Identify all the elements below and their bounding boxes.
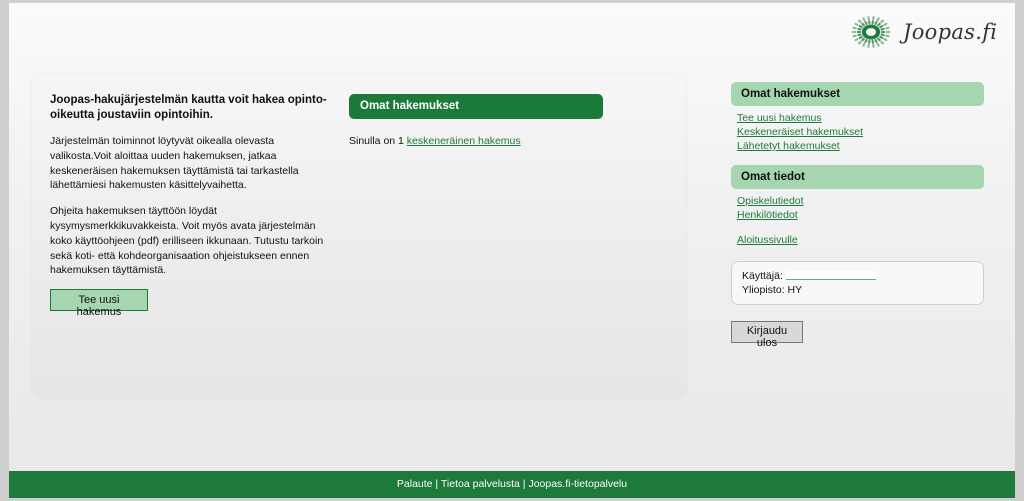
- user-name-redacted: [785, 271, 876, 280]
- joopas-starburst-logo-icon: [851, 16, 891, 48]
- logo-ray: [874, 21, 878, 25]
- intro-heading: Joopas-hakujärjestelmän kautta voit hake…: [50, 94, 327, 121]
- logo-ray: [862, 17, 866, 22]
- logo-ray: [885, 34, 890, 38]
- university-label: Yliopisto:: [742, 284, 785, 296]
- logo-ray: [866, 35, 870, 40]
- logo-ray: [879, 35, 884, 39]
- my-applications-section: Omat hakemukset Sinulla on 1 keskeneräin…: [349, 94, 603, 147]
- logo-ray: [858, 35, 863, 39]
- logo-ray: [877, 22, 881, 27]
- sidebar-link-unfinished-applications[interactable]: Keskeneräiset hakemukset: [737, 125, 984, 139]
- logo-text: Joopas.fi: [903, 20, 998, 44]
- sidebar-link-personal-info[interactable]: Henkilötiedot: [737, 208, 984, 222]
- logo-ray: [862, 27, 868, 31]
- applications-status-text: Sinulla on 1: [349, 135, 404, 147]
- logo-ray: [866, 24, 870, 29]
- logo-ray: [864, 21, 868, 25]
- footer: Palaute | Tietoa palvelusta | Joopas.fi-…: [9, 471, 1015, 498]
- intro-paragraph-1: Järjestelmän toiminnot löytyvät oikealla…: [50, 135, 299, 192]
- logo-ray: [880, 19, 885, 24]
- logo-ray: [857, 27, 862, 31]
- logo-ray: [876, 42, 880, 47]
- logo-ray: [862, 29, 867, 32]
- logo-ray: [864, 39, 868, 43]
- logo-ray: [858, 25, 863, 29]
- logo-ray: [861, 37, 865, 42]
- logo-ray: [874, 39, 878, 43]
- intro-paragraph-2: Ohjeita hakemuksen täyttöön löydät kysym…: [50, 205, 324, 277]
- logout-button[interactable]: Kirjaudu ulos: [731, 321, 803, 349]
- sidebar-link-home[interactable]: Aloitussivulle: [737, 233, 984, 247]
- logo-ray: [874, 27, 880, 31]
- logo-ray: [857, 40, 862, 45]
- sidebar: Omat hakemukset Tee uusi hakemus Keskene…: [731, 82, 984, 349]
- logo-ray: [861, 22, 865, 27]
- logo-ray: [885, 26, 890, 30]
- logo-ray: [862, 32, 867, 35]
- sidebar-info-links: Opiskelutiedot Henkilötiedot: [731, 189, 984, 222]
- logo-ray: [872, 24, 876, 29]
- logo-ray: [873, 34, 878, 39]
- logo-ray: [852, 26, 857, 30]
- unfinished-application-link[interactable]: keskeneräinen hakemus: [407, 135, 521, 147]
- logo-ray: [879, 25, 884, 29]
- logo-ray: [875, 32, 880, 35]
- sidebar-home-section: Aloitussivulle: [731, 222, 984, 247]
- sidebar-application-links: Tee uusi hakemus Keskeneräiset hakemukse…: [731, 106, 984, 153]
- new-application-button[interactable]: Tee uusi hakemus: [50, 289, 148, 318]
- page-background: Joopas.fi Joopas-hakujärjestelmän kautta…: [9, 3, 1015, 471]
- sidebar-link-new-application[interactable]: Tee uusi hakemus: [737, 111, 984, 125]
- user-label: Käyttäjä:: [742, 270, 783, 282]
- logo-ray: [857, 33, 862, 37]
- user-info-box: Käyttäjä: Yliopisto: HY: [731, 261, 984, 305]
- logo-ray: [880, 33, 885, 37]
- main-panel: Joopas-hakujärjestelmän kautta voit hake…: [32, 73, 686, 398]
- sidebar-applications-header: Omat hakemukset: [731, 82, 984, 106]
- sidebar-link-study-info[interactable]: Opiskelutiedot: [737, 194, 984, 208]
- logo-ray: [862, 33, 868, 37]
- logo-ray: [872, 35, 876, 40]
- logo-ray: [864, 25, 869, 30]
- university-row: Yliopisto: HY: [742, 283, 983, 297]
- logo-ray: [877, 37, 881, 42]
- footer-link-joopas-info[interactable]: Joopas.fi-tietopalvelu: [528, 478, 627, 490]
- logo-ray: [883, 37, 888, 42]
- footer-link-about-service[interactable]: Tietoa palvelusta: [441, 478, 520, 490]
- logo-ray: [857, 19, 862, 24]
- logo-ray: [852, 34, 857, 38]
- logo-ray: [880, 40, 885, 45]
- footer-separator: |: [432, 478, 441, 490]
- logo-ray: [854, 22, 859, 27]
- joopas-logo[interactable]: Joopas.fi: [845, 11, 997, 53]
- sidebar-info-header: Omat tiedot: [731, 165, 984, 189]
- logo-ray: [883, 22, 888, 27]
- logo-ray: [854, 37, 859, 42]
- sidebar-link-sent-applications[interactable]: Lähetetyt hakemukset: [737, 139, 984, 153]
- logo-ray: [875, 29, 880, 32]
- intro-section: Joopas-hakujärjestelmän kautta voit hake…: [50, 93, 330, 289]
- user-row: Käyttäjä:: [742, 269, 983, 283]
- logo-ray: [874, 33, 880, 37]
- logo-ray: [880, 27, 885, 31]
- logo-ray: [862, 42, 866, 47]
- my-applications-header: Omat hakemukset: [349, 94, 603, 119]
- logo-ray: [876, 17, 880, 22]
- applications-status: Sinulla on 1 keskeneräinen hakemus: [349, 135, 603, 147]
- university-value: HY: [787, 284, 803, 296]
- footer-link-feedback[interactable]: Palaute: [397, 478, 433, 490]
